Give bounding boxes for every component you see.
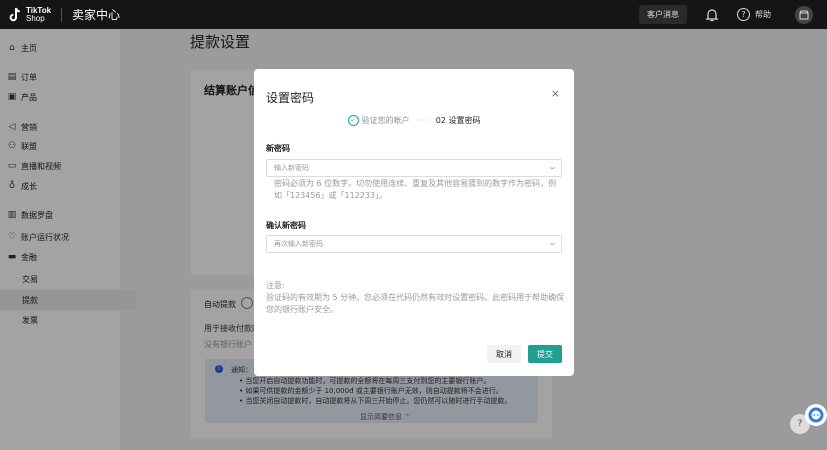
question-icon: ? [737,8,750,21]
tiktok-logo-icon [8,7,22,23]
close-icon[interactable]: × [551,87,560,100]
step-set-password: 02 设置密码 [435,116,481,125]
note-body: 验证码的有效期为 5 分钟。您必须在代码仍然有效时设置密码。此密码用于帮助确保您… [266,293,565,314]
top-bar: TikTok Shop 卖家中心 客户消息 ? 帮助 [0,0,827,29]
new-password-input[interactable] [274,162,534,174]
check-circle-icon: ✓ [347,115,359,126]
app-title: 卖家中心 [72,8,121,22]
note-text: 注意: 验证码的有效期为 5 分钟。您必须在代码仍然有效时设置密码。此密码用于帮… [266,280,566,316]
eye-closed-icon[interactable]: ⌣ [550,239,555,249]
new-password-label: 新密码 [266,144,290,153]
help-label: 帮助 [755,10,771,19]
password-hint: 密码必须为 6 位数字。切勿使用连续、重复及其他容易猜到的数字作为密码，例如「1… [274,179,557,200]
new-password-field: ⌣ [266,159,562,177]
confirm-password-field: ⌣ [266,235,562,253]
set-password-dialog: 设置密码 × ✓ 验证您的帐户 ···· 02 设置密码 新密码 ⌣ 密码必须为… [254,69,574,376]
topbar-right: 客户消息 ? 帮助 [639,0,827,29]
topbar-divider [61,7,63,22]
submit-button[interactable]: 提交 [528,345,562,363]
logo-line2: Shop [26,13,45,23]
cancel-button[interactable]: 取消 [487,345,521,363]
customer-messages-button[interactable]: 客户消息 [639,5,687,24]
confirm-password-label: 确认新密码 [266,221,306,230]
bell-icon[interactable] [705,8,719,22]
logo-text: TikTok Shop [26,6,51,23]
tiktok-shop-logo[interactable]: TikTok Shop [8,6,51,23]
eye-closed-icon[interactable]: ⌣ [550,163,555,173]
step-separator: ···· [415,116,430,125]
chat-bot-icon[interactable] [805,404,827,426]
confirm-password-input[interactable] [274,238,534,250]
dialog-title: 设置密码 [266,91,315,105]
step-indicator: ✓ 验证您的帐户 ···· 02 设置密码 [254,115,574,126]
note-title: 注意: [266,281,285,290]
avatar[interactable] [795,5,813,24]
help-button[interactable]: ? 帮助 [737,8,771,21]
step-verify-account: ✓ 验证您的帐户 [347,115,410,126]
